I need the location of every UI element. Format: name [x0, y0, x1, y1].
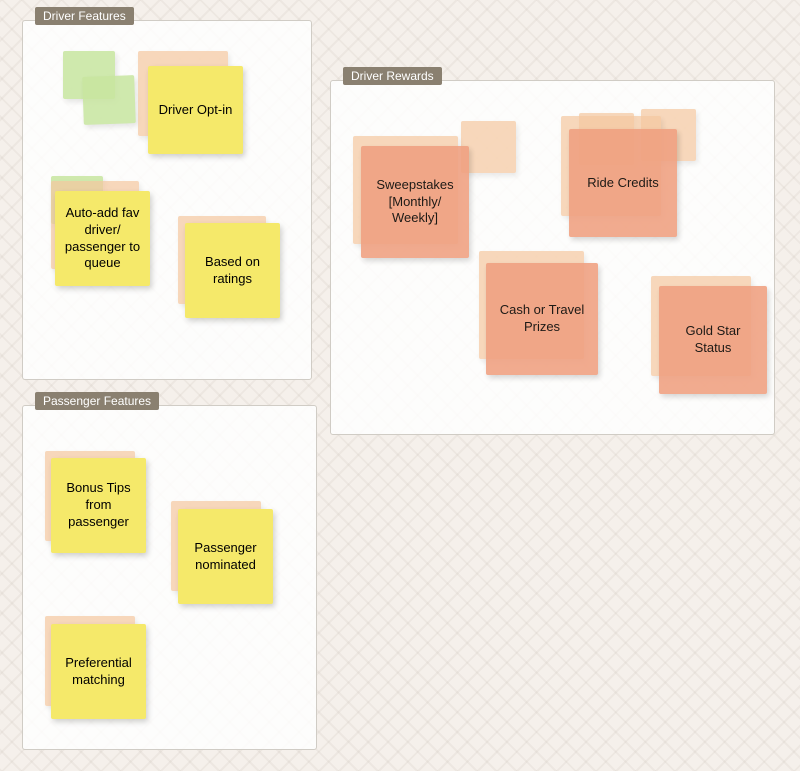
passenger-nominated-note[interactable]: Passenger nominated [178, 509, 273, 604]
driver-features-panel: Driver Features Driver Opt-in Auto-add f… [22, 20, 312, 380]
passenger-features-panel: Passenger Features Bonus Tips from passe… [22, 405, 317, 750]
gold-star-note[interactable]: Gold Star Status [659, 286, 767, 394]
preferential-matching-note[interactable]: Preferential matching [51, 624, 146, 719]
driver-rewards-title: Driver Rewards [343, 67, 442, 85]
passenger-features-title: Passenger Features [35, 392, 159, 410]
bonus-tips-note[interactable]: Bonus Tips from passenger [51, 458, 146, 553]
cash-travel-note[interactable]: Cash or Travel Prizes [486, 263, 598, 375]
driver-rewards-panel: Driver Rewards Sweepstakes [Monthly/ Wee… [330, 80, 775, 435]
decorative-peach-note-1 [461, 121, 516, 173]
based-on-ratings-note[interactable]: Based on ratings [185, 223, 280, 318]
driver-features-title: Driver Features [35, 7, 134, 25]
driver-optin-note[interactable]: Driver Opt-in [148, 66, 243, 154]
sweepstakes-note[interactable]: Sweepstakes [Monthly/ Weekly] [361, 146, 469, 258]
auto-add-note[interactable]: Auto-add fav driver/ passenger to queue [55, 191, 150, 286]
decorative-green-note-2 [82, 75, 136, 125]
ride-credits-note[interactable]: Ride Credits [569, 129, 677, 237]
